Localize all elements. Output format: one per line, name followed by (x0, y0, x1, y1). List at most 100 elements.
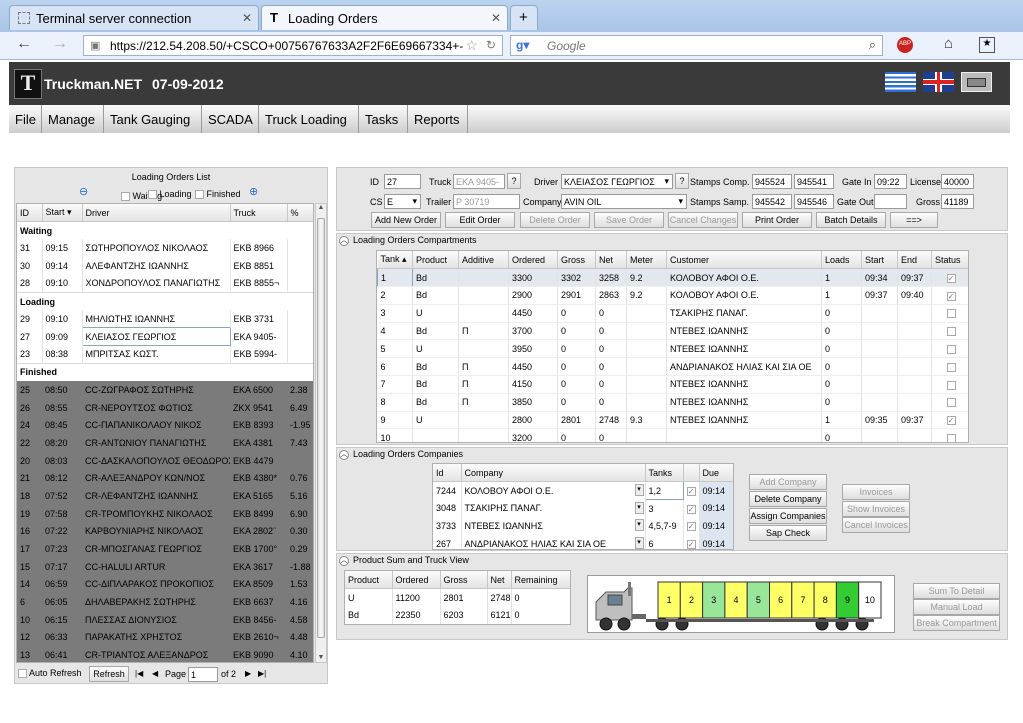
status-checkbox[interactable] (946, 362, 956, 372)
tanks-cell[interactable]: 3 (645, 499, 684, 518)
home-icon[interactable]: ⌂ (944, 35, 953, 52)
license-input[interactable]: 40000 (941, 174, 974, 189)
checked-checkbox[interactable]: ✓ (686, 487, 696, 496)
menu-scada[interactable]: SCADA (202, 105, 259, 133)
col-driver[interactable]: Driver (82, 204, 231, 223)
next-button[interactable]: ==> (890, 212, 938, 228)
browser-tab-loading-orders[interactable]: T Loading Orders ✕ (261, 5, 508, 30)
bookmark-star-icon[interactable]: ☆ (465, 37, 478, 54)
status-checkbox[interactable] (946, 327, 956, 337)
group-header[interactable]: Loading (17, 292, 313, 311)
print-order-button[interactable]: Print Order (742, 212, 812, 228)
col-net[interactable]: Net (487, 571, 512, 590)
col-ordered[interactable]: Ordered (508, 251, 558, 270)
menu-file[interactable]: File (9, 105, 42, 133)
adblock-icon[interactable]: ABP (897, 37, 913, 53)
product-sum-header[interactable]: ︿ Product Sum and Truck View (339, 555, 469, 566)
table-row[interactable]: 14 06:59 CC-ΔΙΠΛΑΡΑΚΟΣ ΠΡΟΚΟΠΙΟΣ ΕΚΑ 8509 1.… (17, 575, 313, 594)
table-row[interactable]: 267 ΑΝΔΡΙΑΝΑΚΟΣ ΗΛΙΑΣ ΚΑΙ ΣΙΑ ΟΕ ▾ 6 ✓ 09:14 (433, 535, 733, 549)
table-row[interactable]: 30 09:14 ΑΛΕΦΑΝΤΖΗΣ ΙΩΑΝΝΗΣ ΕΚΒ 8851 (17, 257, 313, 275)
tanks-cell[interactable]: 6 (645, 535, 684, 549)
manual-load-button[interactable]: Manual Load (913, 599, 1000, 615)
truck-tank-1[interactable]: 1 (657, 581, 681, 619)
col-company[interactable]: Company (461, 464, 646, 483)
company-select[interactable]: AVIN OIL ▾ (561, 194, 687, 209)
table-row[interactable]: 28 09:10 ΧΟΝΔΡΟΠΟΥΛΟΣ ΠΑΝΑΓΙΩΤΗΣ ΕΚΒ 8855¬ (17, 274, 313, 293)
truck-tank-10[interactable]: 10 (858, 581, 882, 619)
col-id[interactable]: Id (433, 464, 462, 483)
menu-reports[interactable]: Reports (408, 105, 468, 133)
break-compartment-button[interactable]: Break Compartment (913, 615, 1000, 631)
col-start[interactable]: Start (861, 251, 898, 270)
company-cell[interactable]: ΝΤΕΒΕΣ ΙΩΑΝΝΗΣ ▾ (461, 517, 646, 536)
table-row[interactable]: 13 06:41 CR-ΤΡΙΑΝΤΟΣ ΑΛΕΞΑΝΔΡΟΣ ΕΚΒ 9090 4.1… (17, 646, 313, 662)
col-pct[interactable]: % (287, 204, 313, 223)
zoom-in-icon[interactable]: ⊕ (249, 185, 258, 198)
first-page-icon[interactable]: |◀ (135, 669, 143, 678)
col-additive[interactable]: Additive (458, 251, 509, 270)
status-checkbox[interactable] (946, 380, 956, 390)
table-row[interactable]: 23 08:38 ΜΠΡΙΤΣΑΣ ΚΩΣΤ. ΕΚΒ 5994- (17, 345, 313, 364)
checked-checkbox[interactable]: ✓ (686, 504, 696, 514)
chevron-down-icon[interactable]: ▾ (634, 501, 644, 514)
table-row[interactable]: 31 09:15 ΣΩΤΗΡΟΠΟΥΛΟΣ ΝΙΚΟΛΑΟΣ ΕΚΒ 8966 (17, 239, 313, 258)
table-row[interactable]: 1 Bd 3300 3302 3258 9.2 ΚΟΛΟΒΟΥ ΑΦΟΙ Ο.Ε. 1 09:3… (377, 268, 968, 288)
col-tank[interactable]: Tank ▴ (377, 251, 413, 270)
group-header[interactable]: Finished (17, 362, 313, 381)
chevron-down-icon[interactable]: ▾ (634, 537, 644, 549)
checked-checkbox[interactable]: ✓ (686, 540, 696, 549)
status-checkbox[interactable]: ✓ (946, 416, 956, 426)
col-net[interactable]: Net (595, 251, 627, 270)
table-row[interactable]: 7244 ΚΟΛΟΒΟΥ ΑΦΟΙ Ο.Ε. ▾ 1,2 ✓ 09:14 (433, 481, 733, 501)
status-checkbox[interactable] (946, 309, 956, 319)
reload-icon[interactable]: ↻ (485, 38, 496, 52)
col-remaining[interactable]: Remaining (511, 571, 570, 590)
uk-flag-icon[interactable] (923, 72, 954, 92)
id-input[interactable]: 27 (384, 174, 421, 189)
status-checkbox[interactable] (946, 398, 956, 408)
delete-company-button[interactable]: Delete Company (749, 491, 827, 507)
checked-checkbox[interactable]: ✓ (686, 522, 696, 532)
sum-to-detail-button[interactable]: Sum To Detail (913, 583, 1000, 599)
table-row[interactable]: 12 06:33 ΠΑΡΑΚΑΤΗΣ ΧΡΗΣΤΟΣ ΕΚΒ 2610¬ 4.48 (17, 628, 313, 647)
table-row[interactable]: 25 08:50 CC-ΖΩΓΡΑΦΟΣ ΣΩΤΗΡΗΣ ΕΚΑ 6500 2.38 (17, 380, 313, 399)
status-checkbox[interactable] (946, 433, 956, 442)
col-id[interactable]: ID (17, 204, 43, 223)
forward-icon[interactable]: → (52, 35, 68, 53)
truck-tank-3[interactable]: 3 (702, 581, 726, 619)
table-row[interactable]: 6 06:05 ΔΗΛΑΒΕΡΑΚΗΣ ΣΩΤΗΡΗΣ ΕΚΒ 6637 4.16 (17, 593, 313, 611)
new-tab-button[interactable]: + (510, 5, 538, 30)
table-row[interactable]: 27 09:09 ΚΛΕΙΑΣΟΣ ΓΕΩΡΓΙΟΣ ΕΚΑ 9405- (17, 327, 313, 347)
table-row[interactable]: 29 09:10 ΜΗΛΙΩΤΗΣ ΙΩΑΝΝΗΣ ΕΚΒ 3731 (17, 310, 313, 328)
keyboard-icon[interactable] (961, 72, 992, 92)
table-row[interactable]: 9 U 2800 2801 2748 9.3 ΝΤΕΒΕΣ ΙΩΑΝΝΗΣ 1 09:35 09:… (377, 411, 968, 430)
add-company-button[interactable]: Add Company (749, 474, 827, 490)
tanks-cell[interactable]: 1,2 (644, 481, 684, 501)
page-input[interactable]: 1 (188, 667, 218, 682)
bookmarks-icon[interactable]: ★ (979, 37, 995, 53)
col-gross[interactable]: Gross (440, 571, 488, 590)
table-row[interactable]: 5 U 3950 0 0 ΝΤΕΒΕΣ ΙΩΑΝΝΗΣ 0 (377, 339, 968, 359)
table-row[interactable]: Bd 22350 6203 6121 0 (345, 606, 570, 624)
waiting-checkbox[interactable] (121, 192, 130, 202)
truck-tank-6[interactable]: 6 (769, 581, 793, 619)
col-end[interactable]: End (897, 251, 932, 270)
show-invoices-button[interactable]: Show Invoices (842, 501, 910, 517)
stamps-comp-2[interactable]: 945541 (794, 174, 834, 189)
col-truck[interactable]: Truck (230, 204, 288, 223)
col-start[interactable]: Start ▾ (42, 204, 83, 223)
col-loads[interactable]: Loads (821, 251, 862, 270)
back-icon[interactable]: ← (16, 35, 32, 53)
collapse-icon[interactable]: ︿ (339, 449, 349, 460)
status-checkbox[interactable] (946, 344, 956, 354)
col-status[interactable]: Status (931, 251, 968, 270)
table-row[interactable]: 20 08:03 CC-ΔΑΣΚΑΛΟΠΟΥΛΟΣ ΘΕΟΔΩΡΟΣ ΕΚΒ 4479 (17, 451, 313, 470)
cancel-changes-button[interactable]: Cancel Changes (668, 212, 738, 228)
delete-order-button[interactable]: Delete Order (520, 212, 590, 228)
table-row[interactable]: 17 07:23 CR-ΜΠΟΣΓΑΝΑΣ ΓΕΩΡΓΙΟΣ ΕΚΒ 1700° 0.2… (17, 540, 313, 558)
truck-tank-5[interactable]: 5 (746, 581, 770, 619)
gross-input[interactable]: 41189 (941, 194, 974, 209)
col-product[interactable]: Product (412, 251, 459, 270)
table-row[interactable]: 4 Bd Π 3700 0 0 ΝΤΕΒΕΣ ΙΩΑΝΝΗΣ 0 (377, 322, 968, 341)
compartments-header[interactable]: ︿ Loading Orders Compartments (339, 235, 477, 246)
